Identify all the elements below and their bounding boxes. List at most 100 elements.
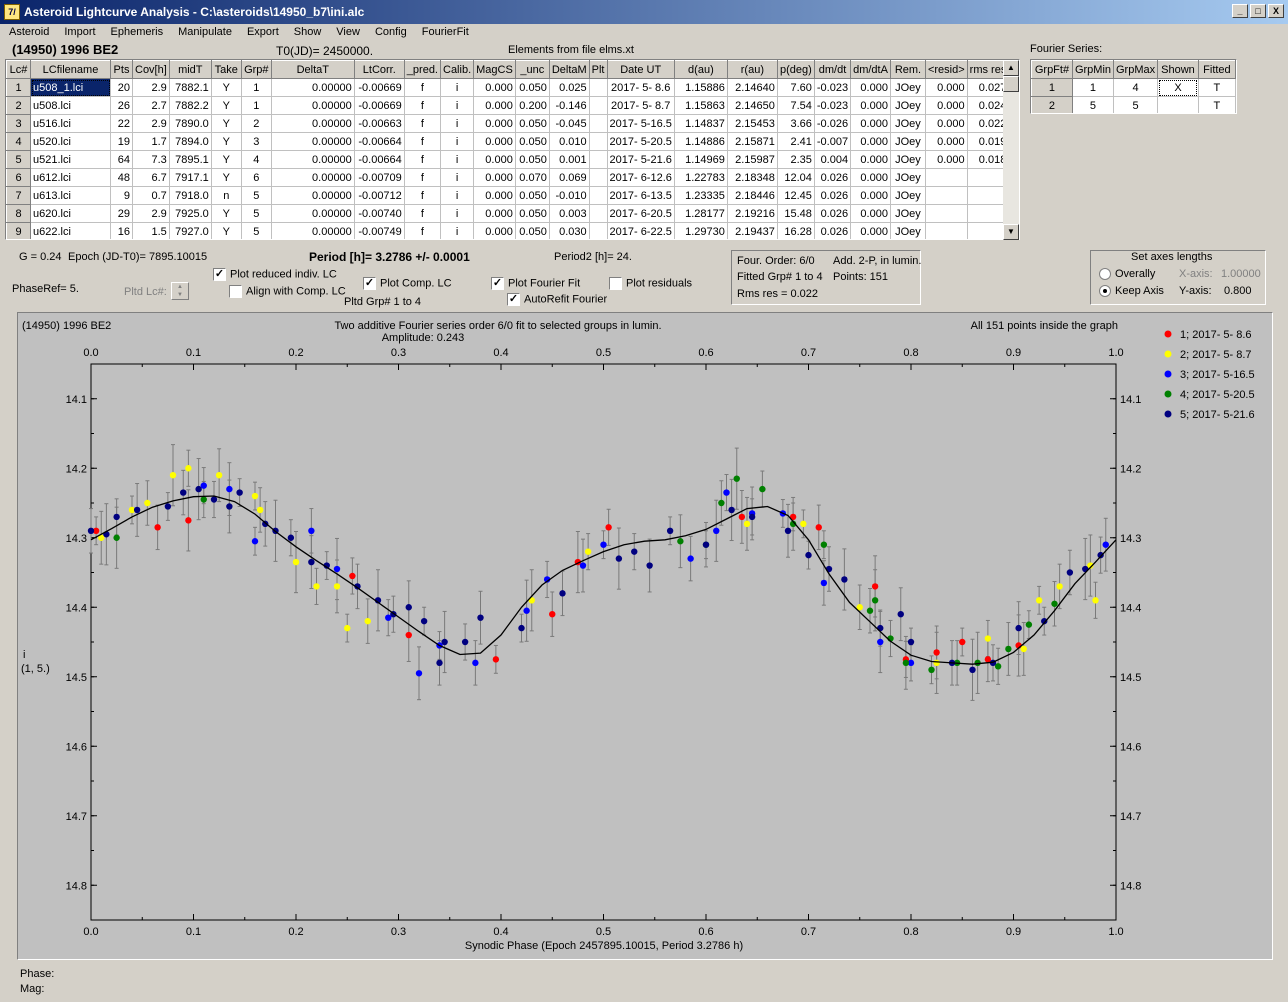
lc-cell[interactable]: 22: [110, 114, 133, 133]
lc-cell[interactable]: 0.000: [924, 150, 968, 169]
phaseref-value[interactable]: PhaseRef= 5.: [12, 283, 79, 295]
lc-cell[interactable]: 0.000: [473, 114, 516, 133]
lc-cell[interactable]: u521.lci: [30, 150, 111, 169]
menu-config[interactable]: Config: [366, 24, 413, 42]
lc-cell[interactable]: 1: [240, 78, 272, 97]
lc-cell[interactable]: -0.023: [813, 96, 852, 115]
lc-cell[interactable]: u622.lci: [30, 222, 111, 239]
lc-cell[interactable]: 7925.0: [168, 204, 212, 223]
lc-cell[interactable]: 3: [240, 132, 272, 151]
lc-cell[interactable]: 0.000: [473, 186, 516, 205]
lc-cell[interactable]: 20: [110, 78, 133, 97]
lc-cell[interactable]: 2017- 5-20.5: [606, 132, 675, 151]
epoch-value[interactable]: Epoch (JD-T0)= 7895.10015: [68, 251, 207, 263]
lc-table-row[interactable]: 2 u508.lci 26 2.7 7882.2 Y 1 0.00000 -0.00669 f i 0…: [6, 96, 1010, 115]
lc-cell[interactable]: 0.7: [132, 186, 170, 205]
lc-cell[interactable]: Y: [210, 204, 242, 223]
lc-cell[interactable]: [588, 168, 608, 187]
autorefit-checkbox[interactable]: ✓ AutoRefit Fourier: [507, 293, 607, 306]
pltd-lc-spinner[interactable]: ▲ ▼: [171, 282, 189, 300]
lc-cell[interactable]: i: [439, 204, 475, 223]
lc-cell[interactable]: 0.000: [924, 96, 968, 115]
lc-cell[interactable]: [588, 78, 608, 97]
lc-col-header[interactable]: dm/dtA: [850, 60, 891, 79]
lc-cell[interactable]: 0.00000: [270, 132, 355, 151]
lc-cell[interactable]: u516.lci: [30, 114, 111, 133]
lc-table-row[interactable]: 3 u516.lci 22 2.9 7890.0 Y 2 0.00000 -0.00663 f i 0…: [6, 114, 1010, 133]
lc-cell[interactable]: -0.146: [548, 96, 590, 115]
lc-cell[interactable]: i: [439, 222, 475, 239]
lc-cell[interactable]: [588, 114, 608, 133]
lc-cell[interactable]: f: [403, 150, 442, 169]
lc-cell[interactable]: -0.00709: [353, 168, 405, 187]
align-comp-box[interactable]: [229, 285, 242, 298]
lc-col-header[interactable]: _pred.: [403, 60, 442, 79]
lc-cell[interactable]: 2.35: [776, 150, 815, 169]
lc-cell[interactable]: [588, 222, 608, 239]
lc-table-row[interactable]: 6 u612.lci 48 6.7 7917.1 Y 6 0.00000 -0.00709 f i 0…: [6, 168, 1010, 187]
plot-fourier-check-icon[interactable]: ✓: [491, 277, 504, 290]
fourier-row-number[interactable]: 2: [1031, 96, 1073, 113]
lc-row-number[interactable]: 7: [6, 186, 31, 205]
lc-col-header[interactable]: Grp#: [240, 60, 272, 79]
lc-cell[interactable]: JOey: [889, 204, 926, 223]
lc-cell[interactable]: 0.000: [850, 186, 891, 205]
lc-cell[interactable]: u620.lci: [30, 204, 111, 223]
lc-cell[interactable]: f: [403, 168, 442, 187]
lc-cell[interactable]: 4: [240, 150, 272, 169]
lc-cell[interactable]: 0.000: [850, 114, 891, 133]
lc-cell[interactable]: 16.28: [776, 222, 815, 239]
lc-cell[interactable]: -0.045: [548, 114, 590, 133]
lc-cell[interactable]: 12.04: [776, 168, 815, 187]
lc-col-header[interactable]: p(deg): [776, 60, 815, 79]
menu-asteroid[interactable]: Asteroid: [0, 24, 55, 42]
lc-cell[interactable]: 0.050: [514, 222, 550, 239]
lc-cell[interactable]: 0.000: [850, 96, 891, 115]
maximize-button[interactable]: □: [1250, 4, 1266, 18]
x-axis-input[interactable]: 1.00000: [1221, 268, 1261, 280]
lc-cell[interactable]: [588, 186, 608, 205]
fourier-cell[interactable]: 1: [1071, 78, 1115, 97]
lc-cell[interactable]: 1.29730: [673, 222, 728, 239]
lc-cell[interactable]: 0.000: [924, 78, 968, 97]
lc-cell[interactable]: Y: [210, 114, 242, 133]
lc-cell[interactable]: 0.000: [850, 222, 891, 239]
lc-cell[interactable]: -0.007: [813, 132, 852, 151]
lc-cell[interactable]: 19: [110, 132, 133, 151]
lc-cell[interactable]: 0.00000: [270, 150, 355, 169]
lc-cell[interactable]: 15.48: [776, 204, 815, 223]
lc-cell[interactable]: u613.lci: [30, 186, 111, 205]
lc-cell[interactable]: f: [403, 222, 442, 239]
lc-cell[interactable]: 0.000: [850, 78, 891, 97]
lc-cell[interactable]: 0.000: [473, 96, 516, 115]
lc-cell[interactable]: -0.026: [813, 114, 852, 133]
lc-cell[interactable]: 2017- 6-22.5: [606, 222, 675, 239]
lc-cell[interactable]: 2017- 5- 8.6: [606, 78, 675, 97]
fourier-cell[interactable]: [1157, 96, 1199, 113]
lc-cell[interactable]: 64: [110, 150, 133, 169]
lc-cell[interactable]: 7.3: [132, 150, 170, 169]
table-scrollbar[interactable]: ▲ ▼: [1003, 60, 1019, 240]
lc-cell[interactable]: 0.026: [813, 186, 852, 205]
lc-cell[interactable]: JOey: [889, 78, 926, 97]
menu-export[interactable]: Export: [238, 24, 285, 42]
autorefit-check-icon[interactable]: ✓: [507, 293, 520, 306]
plot-comp-checkbox[interactable]: ✓ Plot Comp. LC: [363, 277, 452, 290]
fourier-cell[interactable]: 4: [1112, 78, 1159, 97]
lc-cell[interactable]: 7918.0: [168, 186, 212, 205]
lc-cell[interactable]: JOey: [889, 222, 926, 239]
close-button[interactable]: X: [1268, 4, 1284, 18]
lc-cell[interactable]: 0.000: [924, 114, 968, 133]
lc-cell[interactable]: JOey: [889, 114, 926, 133]
lc-cell[interactable]: JOey: [889, 132, 926, 151]
lc-cell[interactable]: u612.lci: [30, 168, 111, 187]
lc-cell[interactable]: i: [439, 186, 475, 205]
lc-cell[interactable]: 0.025: [548, 78, 590, 97]
lc-col-header[interactable]: Lc#: [6, 60, 31, 79]
lc-cell[interactable]: 0.000: [850, 150, 891, 169]
lc-cell[interactable]: 7894.0: [168, 132, 212, 151]
lc-row-number[interactable]: 6: [6, 168, 31, 187]
lc-cell[interactable]: 2.7: [132, 96, 170, 115]
lc-col-header[interactable]: dm/dt: [813, 60, 852, 79]
lc-table-row[interactable]: 9 u622.lci 16 1.5 7927.0 Y 5 0.00000 -0.00749 f i 0…: [6, 222, 1010, 239]
